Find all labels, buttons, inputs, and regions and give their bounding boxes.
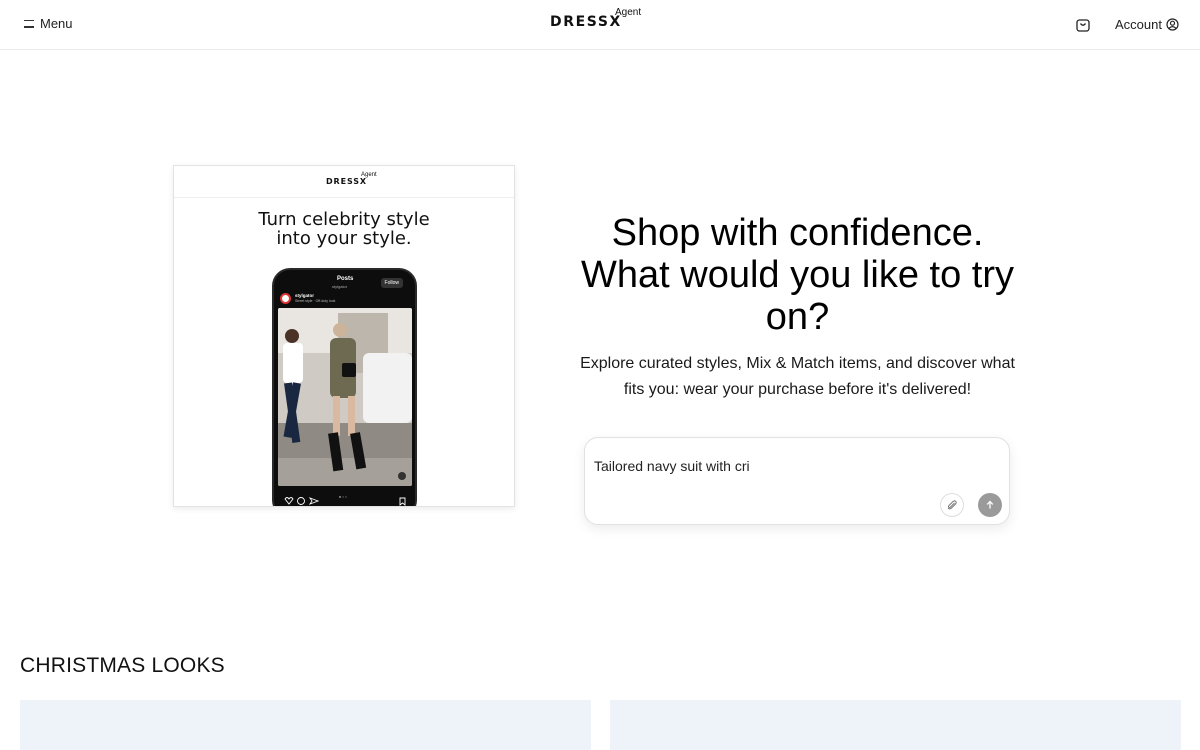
user-circle-icon: [1166, 18, 1179, 31]
preview-card: DRESSX Agent Turn celebrity style into y…: [173, 165, 515, 507]
shopping-bag-icon[interactable]: [1075, 17, 1091, 33]
hero-title-line3: on?: [765, 296, 830, 338]
look-card[interactable]: [20, 700, 591, 750]
preview-logo-superscript: Agent: [361, 172, 377, 178]
menu-label: Menu: [40, 16, 73, 31]
logo-superscript: Agent: [615, 7, 642, 18]
avatar: [280, 293, 291, 304]
phone-caption: Street style · Off-duty look: [295, 299, 336, 303]
look-card[interactable]: [610, 700, 1181, 750]
phone-username: stylgator: [295, 293, 315, 298]
preview-logo: DRESSX: [326, 177, 367, 186]
hero-title-line2: What would you like to try: [581, 254, 1014, 296]
hero-subtitle-line2: fits you: wear your purchase before it's…: [623, 381, 972, 398]
preview-headline-line2: into your style.: [276, 228, 412, 249]
hero-subtitle: Explore curated styles, Mix & Match item…: [560, 351, 1035, 403]
logo[interactable]: DRESSX: [550, 14, 622, 30]
phone-action-bar: [284, 496, 406, 506]
send-button[interactable]: [978, 493, 1002, 517]
preview-headline-line1: Turn celebrity style: [258, 209, 430, 230]
prompt-box: [584, 437, 1010, 525]
phone-subtitle: stylgator: [332, 284, 348, 289]
account-label: Account: [1115, 17, 1162, 32]
phone-post-header: stylgator Street style · Off-duty look: [280, 292, 410, 306]
menu-button[interactable]: Menu: [24, 16, 73, 31]
hero-title-line1: Shop with confidence.: [611, 212, 984, 254]
preview-headline: Turn celebrity style into your style.: [174, 210, 514, 248]
hero-subtitle-line1: Explore curated styles, Mix & Match item…: [580, 355, 1015, 372]
section-title: CHRISTMAS LOOKS: [20, 654, 225, 677]
preview-header: DRESSX Agent: [174, 166, 514, 198]
arrow-up-icon: [986, 500, 994, 509]
phone-title: Posts: [337, 276, 354, 282]
account-button[interactable]: Account: [1115, 17, 1179, 32]
phone-mockup: Posts stylgator Follow stylgator Street …: [272, 268, 417, 506]
top-header: Menu DRESSX Agent Account: [0, 0, 1200, 50]
attach-button[interactable]: [940, 493, 964, 517]
hamburger-icon: [24, 19, 34, 28]
phone-follow-button: Follow: [380, 278, 403, 288]
prompt-input[interactable]: [594, 456, 994, 476]
hero-title: Shop with confidence. What would you lik…: [560, 212, 1035, 338]
paperclip-icon: [947, 500, 957, 510]
street-style-photo: [278, 308, 412, 486]
